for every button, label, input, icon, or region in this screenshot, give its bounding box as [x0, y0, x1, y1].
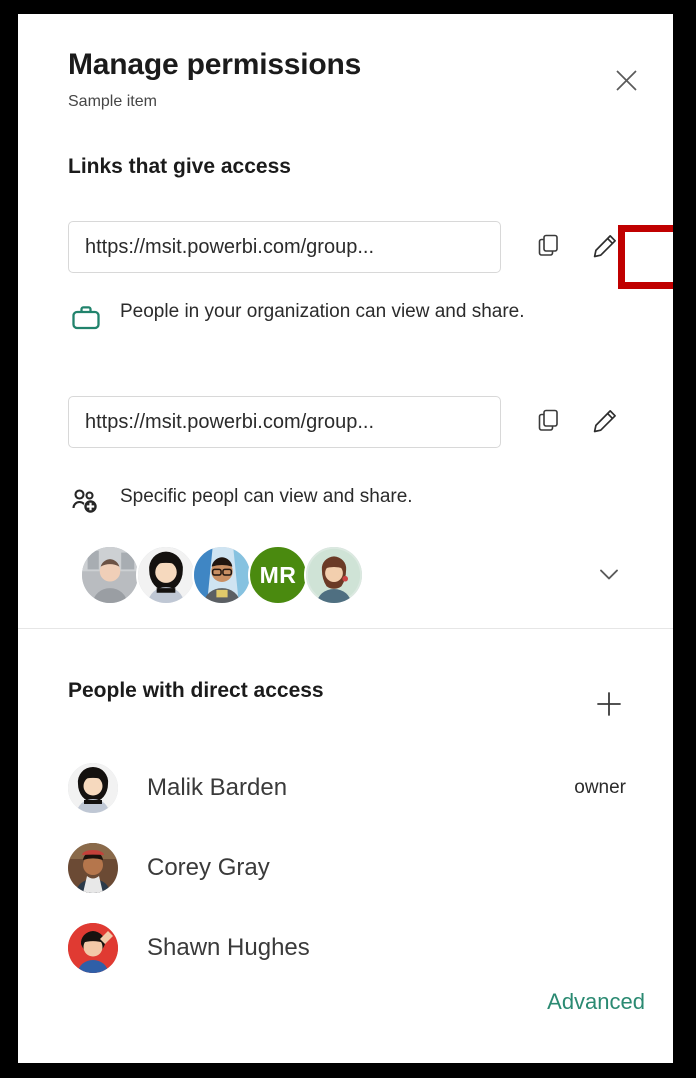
- link-row: https://msit.powerbi.com/group...: [68, 221, 673, 289]
- avatar: [68, 843, 118, 893]
- close-icon: [613, 67, 640, 97]
- plus-icon: [593, 688, 625, 723]
- person-name: Malik Barden: [147, 774, 288, 801]
- chevron-down-icon: [595, 560, 623, 591]
- manage-permissions-panel: Manage permissions Sample item Links tha…: [18, 14, 673, 1063]
- section-divider: [18, 628, 673, 629]
- link-url-field[interactable]: https://msit.powerbi.com/group...: [68, 396, 501, 448]
- person-name: Shawn Hughes: [147, 934, 310, 961]
- edit-link-button[interactable]: [585, 227, 625, 267]
- link-description-text: Specific peopl can view and share.: [120, 486, 413, 507]
- link-url-text: https://msit.powerbi.com/group...: [85, 235, 375, 258]
- expand-avatars-button[interactable]: [586, 552, 632, 598]
- avatar-initials[interactable]: MR: [248, 545, 308, 605]
- person-role: owner: [574, 777, 626, 798]
- list-item[interactable]: Corey Gray: [68, 840, 628, 896]
- screenshot-frame: Manage permissions Sample item Links tha…: [0, 0, 696, 1078]
- page-title: Manage permissions: [68, 48, 362, 81]
- link-description: Specific peopl can view and share.: [68, 484, 608, 520]
- avatar: [68, 923, 118, 973]
- page-subtitle: Sample item: [68, 93, 157, 110]
- link-description-text: People in your organization can view and…: [120, 301, 525, 322]
- advanced-link[interactable]: Advanced: [547, 989, 645, 1015]
- copy-link-button[interactable]: [528, 402, 568, 442]
- pencil-icon: [591, 407, 619, 438]
- avatar[interactable]: [304, 545, 364, 605]
- links-section-heading: Links that give access: [68, 155, 291, 178]
- pencil-icon: [591, 232, 619, 263]
- copy-icon: [535, 407, 562, 437]
- person-name: Corey Gray: [147, 854, 270, 881]
- link-description: People in your organization can view and…: [68, 299, 608, 335]
- direct-access-heading: People with direct access: [68, 679, 324, 702]
- copy-link-button[interactable]: [528, 227, 568, 267]
- link-row: https://msit.powerbi.com/group...: [68, 396, 628, 448]
- people-add-icon: [68, 484, 104, 520]
- link-url-field[interactable]: https://msit.powerbi.com/group...: [68, 221, 501, 273]
- close-button[interactable]: [606, 62, 646, 102]
- avatar[interactable]: [192, 545, 252, 605]
- link-url-text: https://msit.powerbi.com/group...: [85, 410, 375, 433]
- avatar[interactable]: [80, 545, 140, 605]
- avatar: [68, 763, 118, 813]
- list-item[interactable]: Shawn Hughes: [68, 920, 628, 976]
- panel-header: Manage permissions Sample item: [18, 14, 673, 144]
- avatar-initials-text: MR: [259, 561, 297, 588]
- shared-people-avatars: MR: [80, 545, 364, 605]
- briefcase-icon: [68, 299, 104, 335]
- list-item[interactable]: Malik Barden owner: [68, 760, 628, 816]
- add-person-button[interactable]: [586, 682, 632, 728]
- edit-link-highlight-annotation: [618, 225, 673, 289]
- copy-icon: [535, 232, 562, 262]
- avatar[interactable]: [136, 545, 196, 605]
- edit-link-button[interactable]: [585, 402, 625, 442]
